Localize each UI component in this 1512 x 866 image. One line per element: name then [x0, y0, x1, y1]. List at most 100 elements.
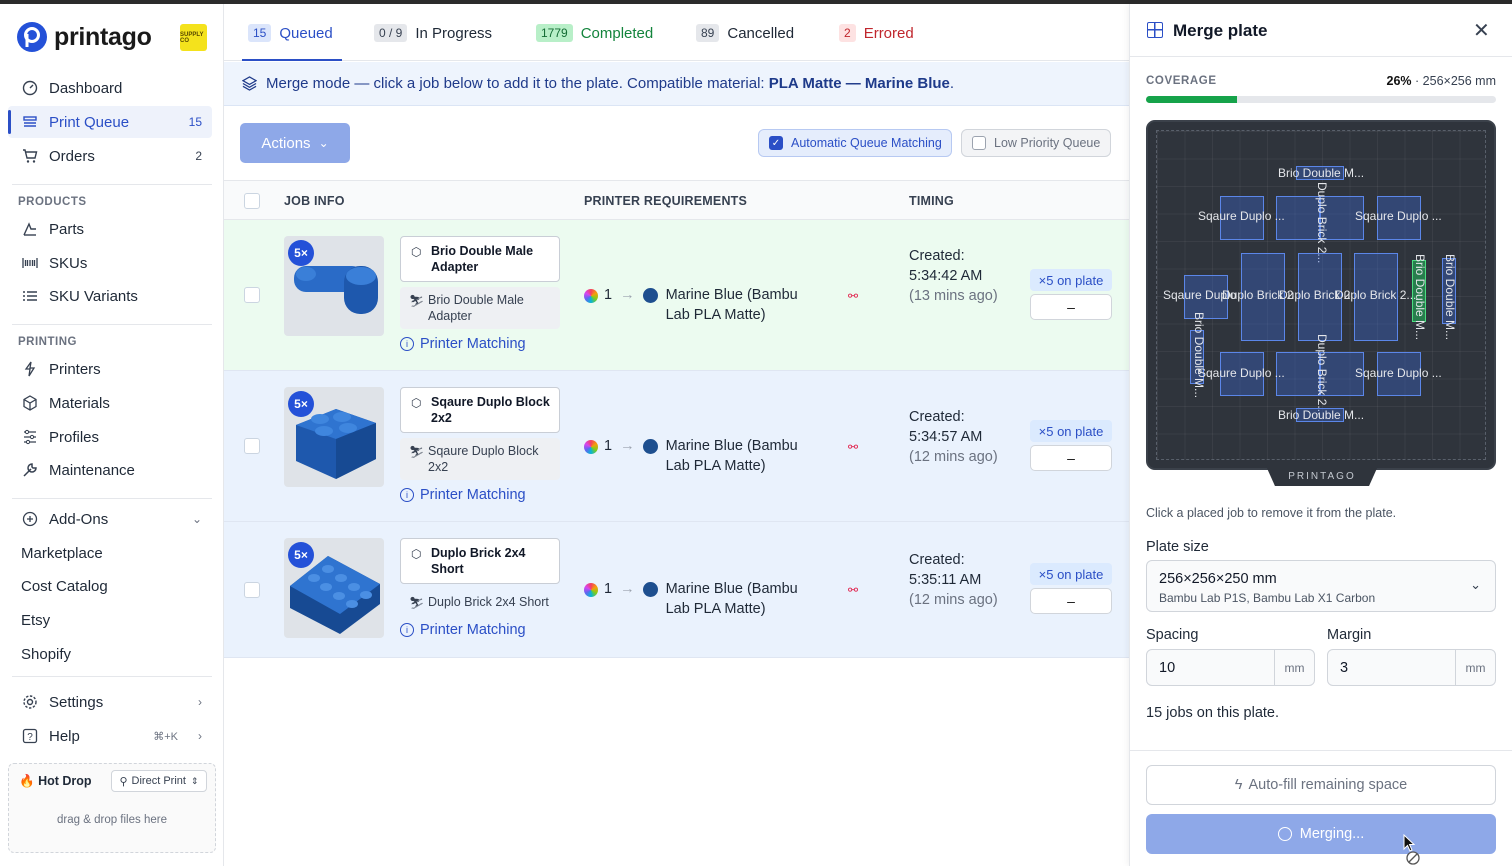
tab-label: Cancelled [727, 24, 795, 42]
gear-icon [21, 693, 39, 711]
printer-matching-label: Printer Matching [420, 487, 526, 503]
job-name: Brio Double Male Adapter [431, 244, 534, 274]
orders-count-badge: 2 [195, 149, 202, 163]
pin-icon: ⚲ [119, 775, 128, 788]
remove-from-plate-button[interactable]: – [1030, 294, 1112, 320]
printer-icon [21, 360, 39, 378]
printer-matching-link[interactable]: i Printer Matching [400, 336, 526, 352]
tab-count: 2 [839, 24, 856, 42]
sidebar-item-orders[interactable]: Orders 2 [8, 140, 212, 172]
sidebar-item-help[interactable]: ? Help ⌘+K › [8, 720, 212, 752]
sidebar-item-settings[interactable]: Settings › [8, 686, 212, 718]
merge-button[interactable]: Merging... [1146, 814, 1496, 854]
tab-in-progress[interactable]: 0 / 9 In Progress [374, 22, 492, 44]
material-name: Marine Blue (Bambu Lab PLA Matte) [665, 287, 798, 323]
sidebar-item-maintenance[interactable]: Maintenance [8, 454, 212, 486]
actions-button[interactable]: Actions ⌄ [240, 123, 350, 163]
sidebar-item-shopify[interactable]: Shopify [8, 638, 212, 670]
tab-queued[interactable]: 15 Queued [248, 22, 333, 44]
part-name-box: ⛷ Brio Double Male Adapter [400, 287, 560, 329]
sidebar-item-dashboard[interactable]: Dashboard [8, 72, 212, 104]
unlink-icon[interactable]: ⚯ [848, 289, 858, 303]
build-plate-preview[interactable]: Brio Double M... Sqaure Duplo ... Sqaure… [1146, 120, 1496, 470]
close-icon[interactable]: ✕ [1473, 18, 1490, 43]
placed-part-label: Sqaure Duplo ... [1355, 209, 1442, 223]
low-priority-queue-toggle[interactable]: Low Priority Queue [961, 129, 1111, 157]
hot-drop-zone[interactable]: 🔥 Hot Drop ⚲ Direct Print ⇕ drag & drop fi… [8, 763, 216, 853]
row-checkbox[interactable] [244, 287, 260, 303]
sidebar-item-add-ons[interactable]: Add-Ons ⌄ [8, 503, 212, 535]
panel-divider [1130, 750, 1512, 751]
table-row[interactable]: 5× ⬡ Duplo Brick 2x4 Short ⛷ Duplo Brick 2… [224, 522, 1129, 658]
timing-cell: Created: 5:35:11 AM (12 mins ago) [909, 550, 999, 610]
direct-print-label: Direct Print [131, 775, 186, 787]
checkbox-unchecked[interactable] [972, 136, 986, 150]
select-all-checkbox[interactable] [244, 193, 260, 209]
sidebar-item-label: Shopify [21, 645, 72, 663]
sidebar-item-etsy[interactable]: Etsy [8, 604, 212, 636]
job-name-box[interactable]: ⬡ Duplo Brick 2x4 Short [400, 538, 560, 584]
row-checkbox[interactable] [244, 582, 260, 598]
sidebar-item-label: Help [49, 727, 80, 745]
placed-part-label: Duplo Brick 2... [1315, 182, 1329, 264]
sidebar-item-print-queue[interactable]: Print Queue 15 [8, 106, 212, 138]
timing-cell: Created: 5:34:42 AM (13 mins ago) [909, 246, 999, 306]
requirement-count: 1 [604, 438, 613, 454]
logo[interactable]: printago [16, 20, 152, 54]
printer-matching-link[interactable]: i Printer Matching [400, 622, 526, 638]
remove-from-plate-button[interactable]: – [1030, 445, 1112, 471]
spacing-input[interactable]: 10 mm [1146, 649, 1315, 686]
sidebar-item-label: Maintenance [49, 461, 135, 479]
material-color-swatch [642, 288, 658, 303]
table-row[interactable]: 5× ⬡ Brio Double Male Adapter ⛷ Brio Doubl… [224, 220, 1129, 371]
plate-size-value: 256×256×250 mm [1159, 571, 1277, 587]
on-plate-badge: ×5 on plate [1030, 420, 1112, 442]
merge-mode-banner: Merge mode — click a job below to add it… [224, 62, 1129, 106]
parts-icon: ⛷ [409, 596, 425, 610]
sidebar-item-label: Materials [49, 394, 110, 412]
table-row[interactable]: 5× ⬡ Sqaure Duplo Block 2x2 ⛷ Sqaure Duplo… [224, 371, 1129, 522]
job-name-box[interactable]: ⬡ Sqaure Duplo Block 2x2 [400, 387, 560, 433]
remove-from-plate-button[interactable]: – [1030, 588, 1112, 614]
sidebar-item-marketplace[interactable]: Marketplace [8, 537, 212, 569]
mouse-cursor-icon [1403, 834, 1420, 865]
quantity-badge: 5× [288, 542, 314, 568]
sidebar-item-materials[interactable]: Materials [8, 387, 212, 419]
tab-errored[interactable]: 2 Errored [839, 22, 914, 44]
color-wheel-icon [584, 583, 598, 597]
auto-queue-matching-toggle[interactable]: ✓ Automatic Queue Matching [758, 129, 952, 157]
workspace-badge[interactable]: SUPPLY CO [180, 24, 207, 51]
plate-size-select[interactable]: 256×256×250 mm Bambu Lab P1S, Bambu Lab … [1146, 560, 1496, 612]
margin-label: Margin [1327, 627, 1372, 643]
tab-cancelled[interactable]: 89 Cancelled [696, 22, 794, 44]
column-header-job-info: JOB INFO [284, 194, 345, 208]
printer-matching-link[interactable]: i Printer Matching [400, 487, 526, 503]
unlink-icon[interactable]: ⚯ [848, 583, 858, 597]
sidebar-item-cost-catalog[interactable]: Cost Catalog [8, 570, 212, 602]
sidebar-item-label: Parts [49, 220, 85, 238]
sidebar: printago SUPPLY CO Dashboard Print Queue… [0, 4, 224, 866]
job-name-box[interactable]: ⬡ Brio Double Male Adapter [400, 236, 560, 282]
sidebar-item-printers[interactable]: Printers [8, 353, 212, 385]
sidebar-item-profiles[interactable]: Profiles [8, 421, 212, 453]
sidebar-item-parts[interactable]: Parts [8, 213, 212, 245]
unlink-icon[interactable]: ⚯ [848, 440, 858, 454]
sidebar-item-sku-variants[interactable]: SKU Variants [8, 280, 212, 312]
sidebar-divider [12, 324, 212, 325]
tab-label: In Progress [415, 24, 493, 42]
placed-part-label: Sqaure Duplo ... [1355, 366, 1442, 380]
actions-label: Actions [261, 134, 311, 152]
row-checkbox[interactable] [244, 438, 260, 454]
parts-icon: ⛷ [409, 294, 425, 308]
tab-completed[interactable]: 1779 Completed [536, 22, 653, 44]
margin-input[interactable]: 3 mm [1327, 649, 1496, 686]
help-shortcut: ⌘+K [153, 730, 178, 743]
direct-print-select[interactable]: ⚲ Direct Print ⇕ [111, 770, 207, 792]
checkbox-checked[interactable]: ✓ [769, 136, 783, 150]
sidebar-item-skus[interactable]: SKUs [8, 247, 212, 279]
coverage-bar-fill [1146, 96, 1237, 103]
panel-title: Merge plate [1173, 21, 1268, 40]
created-ago: (13 mins ago) [909, 288, 998, 304]
cart-icon [21, 147, 39, 165]
auto-fill-button[interactable]: ϟ Auto-fill remaining space [1146, 765, 1496, 805]
